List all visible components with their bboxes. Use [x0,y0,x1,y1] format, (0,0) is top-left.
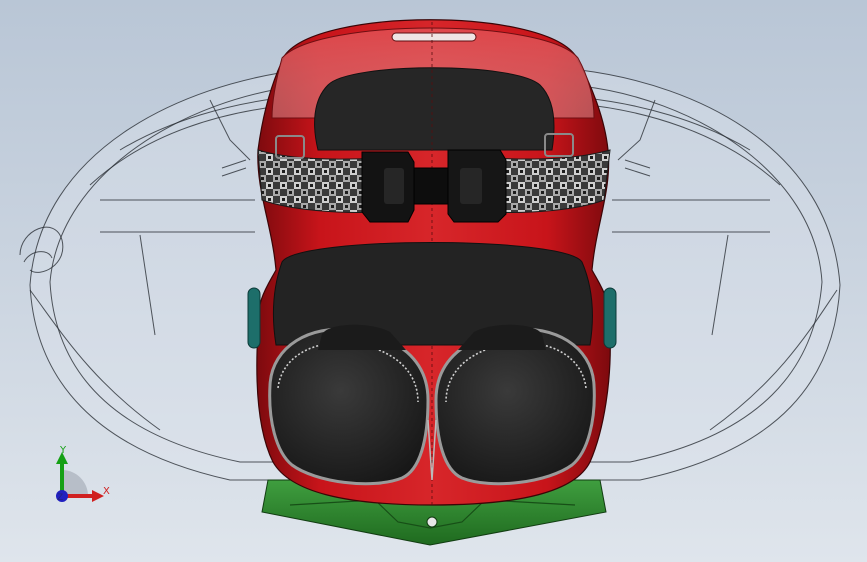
top-vent-slot [391,32,477,42]
strap-left-section [257,149,379,213]
triad-z-label: Z [57,493,64,503]
cad-viewport[interactable]: Y X Z [0,0,867,562]
inner-cavity [314,67,555,151]
base-hole [426,516,438,528]
eyecup-left[interactable] [268,324,430,486]
triad-y-label: Y [60,445,67,456]
strap-right-section [489,149,611,213]
coordinate-triad: Y X Z [40,438,130,518]
model-view[interactable] [0,0,867,562]
triad-x-label: X [103,486,110,497]
eyecup-right[interactable] [434,324,596,486]
side-accent-left [247,287,261,349]
side-accent-right [603,287,617,349]
triad-axes [56,452,104,502]
